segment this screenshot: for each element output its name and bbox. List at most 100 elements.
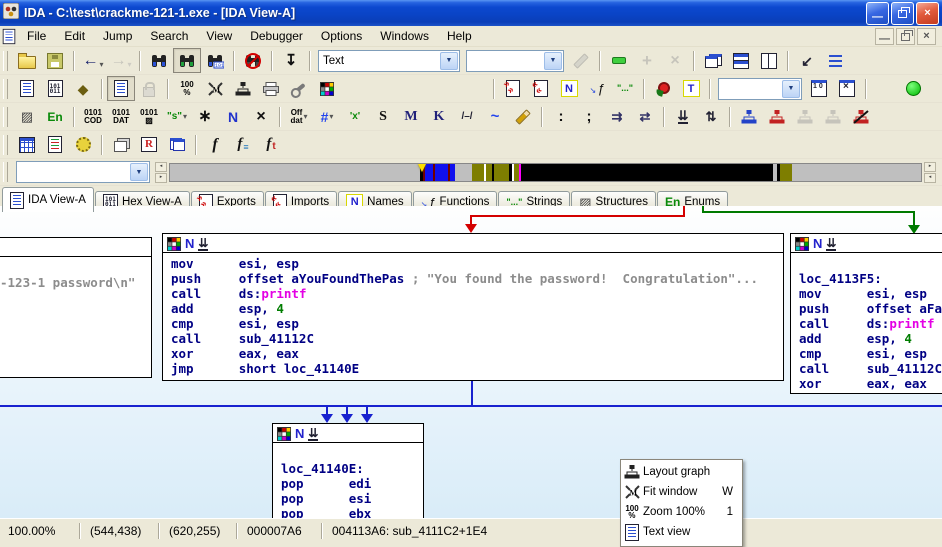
- toolbar-grip[interactable]: [3, 51, 8, 71]
- mdi-close-button[interactable]: ×: [917, 28, 936, 45]
- script-snippets-button[interactable]: [871, 76, 899, 101]
- search-type-combo-dropdown[interactable]: ▼: [440, 52, 458, 70]
- edit-m-button[interactable]: M: [397, 104, 425, 129]
- abort-search-button[interactable]: [239, 48, 267, 73]
- toolbar-grip[interactable]: [3, 79, 8, 99]
- menu-jump[interactable]: Jump: [94, 27, 141, 45]
- comment-slash-button[interactable]: /–/: [453, 104, 481, 129]
- xref-graph-to-button[interactable]: [791, 104, 819, 129]
- block-title-bar[interactable]: [0, 238, 151, 257]
- context-menu-item-layout-graph[interactable]: Layout graph: [621, 462, 742, 482]
- close-button[interactable]: ×: [916, 2, 939, 25]
- custom-xref-graph-button[interactable]: [847, 104, 875, 129]
- block-loc-41140E[interactable]: N⇊loc_41140E:pop edipop esipop ebx: [272, 423, 424, 518]
- graph-view[interactable]: -123-1 password\n"N⇊mov esi, esppush off…: [0, 206, 942, 518]
- mdi-child-icon[interactable]: [3, 28, 16, 43]
- zoom-100-button[interactable]: 100%: [173, 76, 201, 101]
- make-number-button[interactable]: #▾: [313, 104, 341, 129]
- block-title-bar[interactable]: N⇊: [791, 234, 942, 253]
- text-graph-toggle-button[interactable]: [107, 76, 135, 101]
- open-enums-button[interactable]: En: [41, 104, 69, 129]
- block-title-bar[interactable]: N⇊: [273, 424, 423, 443]
- edit-anterior-button[interactable]: [509, 104, 537, 129]
- block-loc-4113F5[interactable]: N⇊loc_4113F5:mov esi, esppush offset aFa…: [790, 233, 942, 394]
- search-again-button[interactable]: [173, 48, 201, 73]
- jump-to-address-button[interactable]: ↧: [277, 48, 305, 73]
- print-button[interactable]: [257, 76, 285, 101]
- edit-function-button[interactable]: f: [201, 132, 229, 157]
- script-command-button[interactable]: [41, 132, 69, 157]
- marker-green-button[interactable]: [605, 48, 633, 73]
- toolbar-grip[interactable]: [3, 162, 8, 182]
- restore-button[interactable]: [891, 2, 914, 25]
- open-imports-button[interactable]: [527, 76, 555, 101]
- search-down-button[interactable]: [145, 48, 173, 73]
- make-data-button[interactable]: 0101DAT: [107, 104, 135, 129]
- block-comment-left[interactable]: -123-1 password\n": [0, 237, 152, 378]
- tab-ida-view-a[interactable]: IDA View-A: [2, 187, 94, 212]
- windows-cascade-button[interactable]: [699, 48, 727, 73]
- workspace-combo[interactable]: ▼: [718, 78, 802, 100]
- semicolon-comment-button[interactable]: ;: [575, 104, 603, 129]
- set-colors-button[interactable]: [313, 76, 341, 101]
- context-menu-item-zoom-100-[interactable]: 100%Zoom 100%1: [621, 502, 742, 522]
- open-exports-button[interactable]: [499, 76, 527, 101]
- colon-comment-button[interactable]: :: [547, 104, 575, 129]
- menu-options[interactable]: Options: [312, 27, 371, 45]
- jump-prev-defined-button[interactable]: ⇅: [697, 104, 725, 129]
- erase-search-button[interactable]: [567, 48, 595, 73]
- save-desktop-button[interactable]: [805, 76, 833, 101]
- open-signatures-button[interactable]: [649, 76, 677, 101]
- menu-view[interactable]: View: [197, 27, 241, 45]
- make-array-button[interactable]: ∗: [191, 104, 219, 129]
- open-file-button[interactable]: [13, 48, 41, 73]
- flat-diamond-button[interactable]: ◆: [69, 76, 97, 101]
- make-offset-button[interactable]: Offdat▾: [285, 104, 313, 129]
- calculator-button[interactable]: [13, 132, 41, 157]
- window-copy-button[interactable]: [163, 132, 191, 157]
- menu-help[interactable]: Help: [438, 27, 481, 45]
- toolbar-grip[interactable]: [3, 135, 8, 155]
- marker-delete-button[interactable]: ×: [661, 48, 689, 73]
- workspace-combo-dropdown[interactable]: ▼: [782, 80, 800, 98]
- flow-chart-button[interactable]: [735, 104, 763, 129]
- navband-scroll-up-button[interactable]: ◂: [155, 162, 167, 172]
- function-tails-button[interactable]: ft: [257, 132, 285, 157]
- navigation-band[interactable]: [169, 163, 922, 182]
- graph-name-combo-dropdown[interactable]: ▼: [130, 163, 148, 181]
- lock-view-button[interactable]: [135, 76, 163, 101]
- open-strings-button[interactable]: "...": [611, 76, 639, 101]
- function-chunks-button[interactable]: f≡: [229, 132, 257, 157]
- marker-add-button[interactable]: +: [633, 48, 661, 73]
- window-list-button[interactable]: [821, 48, 849, 73]
- search-text-combo[interactable]: ▼: [466, 50, 564, 72]
- context-menu-item-fit-window[interactable]: MFit windowW: [621, 482, 742, 502]
- windows-tile-horizontal-button[interactable]: [727, 48, 755, 73]
- window-resize-button[interactable]: ↙: [793, 48, 821, 73]
- navband-scroll-down-button[interactable]: ▸: [155, 173, 167, 183]
- call-graph-button[interactable]: [763, 104, 791, 129]
- block-password-found[interactable]: N⇊mov esi, esppush offset aYouFoundThePa…: [162, 233, 784, 381]
- jump-next-defined-button[interactable]: ⇊: [669, 104, 697, 129]
- save-database-button[interactable]: [41, 48, 69, 73]
- menu-debugger[interactable]: Debugger: [241, 27, 312, 45]
- xrefs-from-button[interactable]: ⇉: [603, 104, 631, 129]
- search-type-combo[interactable]: Text▼: [318, 50, 460, 72]
- make-code-button[interactable]: 0101COD: [79, 104, 107, 129]
- delete-desktop-button[interactable]: [833, 76, 861, 101]
- open-names-button[interactable]: N: [555, 76, 583, 101]
- navigate-forward-button[interactable]: →▾: [107, 48, 135, 73]
- open-ida-view-button[interactable]: [13, 76, 41, 101]
- tilde-button[interactable]: ~: [481, 104, 509, 129]
- search-text-combo-dropdown[interactable]: ▼: [544, 52, 562, 70]
- navband-scroll-right-button[interactable]: ▸: [924, 162, 936, 172]
- xref-graph-from-button[interactable]: [819, 104, 847, 129]
- navband-scroll-left-button[interactable]: ◂: [924, 173, 936, 183]
- context-menu-item-text-view[interactable]: Text view: [621, 522, 742, 542]
- setup-options-button[interactable]: [285, 76, 313, 101]
- navigate-back-button[interactable]: ←▾: [79, 48, 107, 73]
- plugins-button[interactable]: [69, 132, 97, 157]
- mdi-minimize-button[interactable]: —: [875, 28, 894, 45]
- make-char-button[interactable]: 'x': [341, 104, 369, 129]
- open-structures-button[interactable]: ▨: [13, 104, 41, 129]
